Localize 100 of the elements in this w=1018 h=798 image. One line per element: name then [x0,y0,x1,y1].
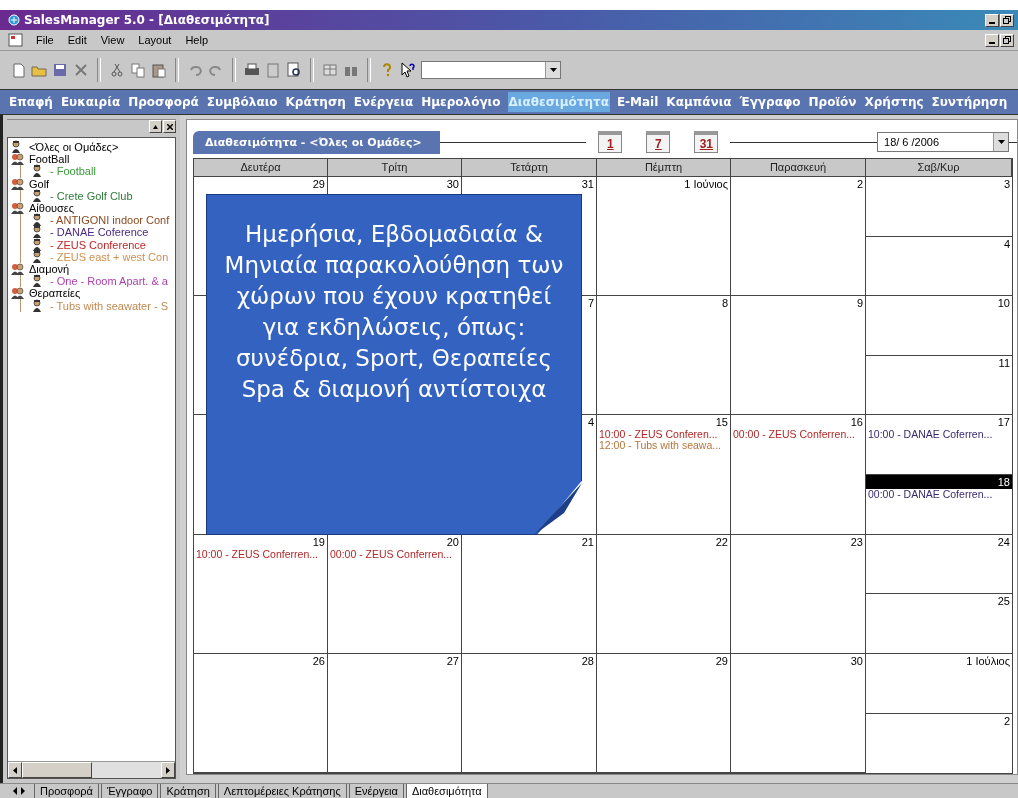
date-field[interactable]: 18/ 6 /2006 [877,132,1009,152]
nav-tab[interactable]: E-Mail [615,92,660,112]
calendar-day-cell[interactable]: 27 [328,653,462,773]
nav-tab[interactable]: Χρήστης [863,92,925,112]
weekday-header: Παρασκευή [731,159,866,177]
day-number: 16 [850,416,863,429]
nav-tab[interactable]: Έγγραφο [738,92,802,112]
calendar-day-cell[interactable]: 22 [597,534,731,654]
day-number: 19 [312,535,325,548]
day-number: 3 [1003,178,1010,190]
calendar-day-cell[interactable]: 2 [731,177,866,297]
tree-item[interactable]: - ANTIGONI indoor Conf [50,214,170,227]
window-title: SalesManager 5.0 - [Διαθεσιμότητα] [24,13,270,27]
day-number: 24 [997,535,1010,548]
day-number: 30 [850,654,863,667]
day-number: 29 [312,178,325,190]
calendar-day-cell[interactable]: 8 [597,296,731,416]
tree-item[interactable]: Αίθουσες [29,202,75,215]
day-number: 30 [446,178,459,190]
day-number: 29 [715,654,728,667]
sheet-tab[interactable]: Προσφορά [34,784,99,798]
nav-tab[interactable]: Ευκαιρία [59,92,122,112]
day-number: 2 [1003,714,1010,727]
calendar-day-cell[interactable]: 9 [731,296,866,416]
calendar-day-cell[interactable]: 10 [866,296,1012,356]
booking-entry[interactable]: 10:00 - DANAE Coferren... [866,429,1012,441]
day-number: 8 [721,297,728,310]
sheet-tab[interactable]: Έγγραφο [101,784,159,798]
calendar-day-cell[interactable]: 2 [866,713,1012,773]
nav-tab[interactable]: Κράτηση [284,92,347,112]
calendar-day-cell[interactable]: 28 [462,653,597,773]
menu-item[interactable]: Layout [136,34,174,46]
day-number: 4 [1003,237,1010,250]
booking-entry[interactable]: 00:00 - DANAE Coferren... [866,489,1012,500]
nav-tab[interactable]: Ενέργεια [352,92,415,112]
calendar-view-button[interactable]: 1 [598,131,623,153]
tree-item[interactable]: - ZEUS Conference [50,238,146,251]
nav-tab[interactable]: Ημερολόγιο [420,92,502,112]
nav-tab[interactable]: Συμβόλαιο [205,92,279,112]
tree-item[interactable]: FootBall [29,153,70,166]
calendar-day-cell[interactable]: 18 00:00 - DANAE Coferren... [866,475,1012,535]
booking-entry[interactable]: 12:00 - Tubs with seawa... [597,440,730,452]
nav-tab[interactable]: Συντήρηση [930,92,1009,112]
calendar-day-cell[interactable]: 30 [731,653,866,773]
day-number: 1 Ιούλιος [966,654,1010,667]
tree-item[interactable]: Διαμονή [29,262,70,275]
day-number: 11 [998,356,1010,369]
day-number: 31 [581,178,594,190]
tree-item[interactable]: <Όλες οι Ομάδες> [29,141,119,154]
weekday-header: Τετάρτη [462,159,597,177]
tree-item[interactable]: - Crete Golf Club [50,189,133,202]
nav-tab[interactable]: Προϊόν [807,92,858,112]
calendar-day-cell[interactable]: 4 [866,236,1012,297]
booking-entry[interactable]: 10:00 - ZEUS Conferren... [194,548,327,560]
day-number: 27 [446,654,459,667]
nav-tab[interactable]: Επαφή [8,92,54,112]
calendar-day-cell[interactable]: 16 00:00 - ZEUS Conferren... [731,415,866,535]
sheet-tab[interactable]: Ενέργεια [348,784,404,798]
day-number: 4 [587,416,594,429]
calendar-day-cell[interactable]: 24 [866,534,1012,595]
day-number: 22 [715,535,728,548]
calendar-day-cell[interactable]: 26 [194,653,328,773]
calendar-day-cell[interactable]: 23 [731,534,866,654]
tree-item[interactable]: Golf [29,177,50,190]
calendar-day-cell[interactable]: 29 [597,653,731,773]
day-number: 26 [312,654,325,667]
day-number: 18 [997,476,1010,488]
panel-title: Διαθεσιμότητα - <Όλες οι Ομάδες> [193,130,440,154]
nav-tab[interactable]: Προσφορά [127,92,200,112]
booking-entry[interactable]: 00:00 - ZEUS Conferren... [731,429,865,441]
tree-item[interactable]: - One - Room Apart. & a [50,275,168,288]
sheet-tab[interactable]: Διαθεσιμότητα [405,784,488,798]
sheet-tab[interactable]: Λεπτομέρειες Κράτησης [217,784,347,798]
day-number: 23 [850,535,863,548]
menu-item[interactable]: Edit [65,34,89,46]
day-number: 2 [856,178,863,190]
calendar-day-cell[interactable]: 1 Ιούλιος [866,653,1012,714]
day-number: 15 [715,416,728,429]
calendar-day-cell[interactable]: 1 Ιούνιος [597,177,731,297]
day-number: 17 [997,416,1010,429]
menu-item[interactable]: View [98,34,127,46]
weekday-header: Σαβ/Κυρ [866,159,1012,177]
booking-entry[interactable]: 10:00 - ZEUS Conferen... [597,429,730,441]
day-number: 10 [997,297,1010,310]
tree-item[interactable]: Θεραπείες [29,287,81,300]
tree-item[interactable]: - DANAE Coference [50,226,149,239]
selected-day-bar[interactable]: 18 [866,475,1012,489]
calendar-day-cell[interactable]: 15 10:00 - ZEUS Conferen... 12:00 - Tubs with seawa... [597,415,731,535]
calendar-day-cell[interactable]: 11 [866,355,1012,416]
day-number: 28 [581,654,594,667]
calendar-view-button[interactable]: 7 [646,131,671,153]
menu-item[interactable]: File [34,34,56,46]
calendar-day-cell[interactable]: 25 [866,594,1012,654]
tree-item[interactable]: - Football [50,165,96,178]
calendar-day-cell[interactable]: 3 [866,177,1012,237]
menu-item[interactable]: Help [183,34,210,46]
sheet-tab[interactable]: Κράτηση [160,784,216,798]
nav-tab[interactable]: Καμπάνια [665,92,733,112]
calendar-view-button[interactable]: 31 [694,131,719,153]
booking-entry[interactable]: 00:00 - ZEUS Conferren... [328,548,461,560]
